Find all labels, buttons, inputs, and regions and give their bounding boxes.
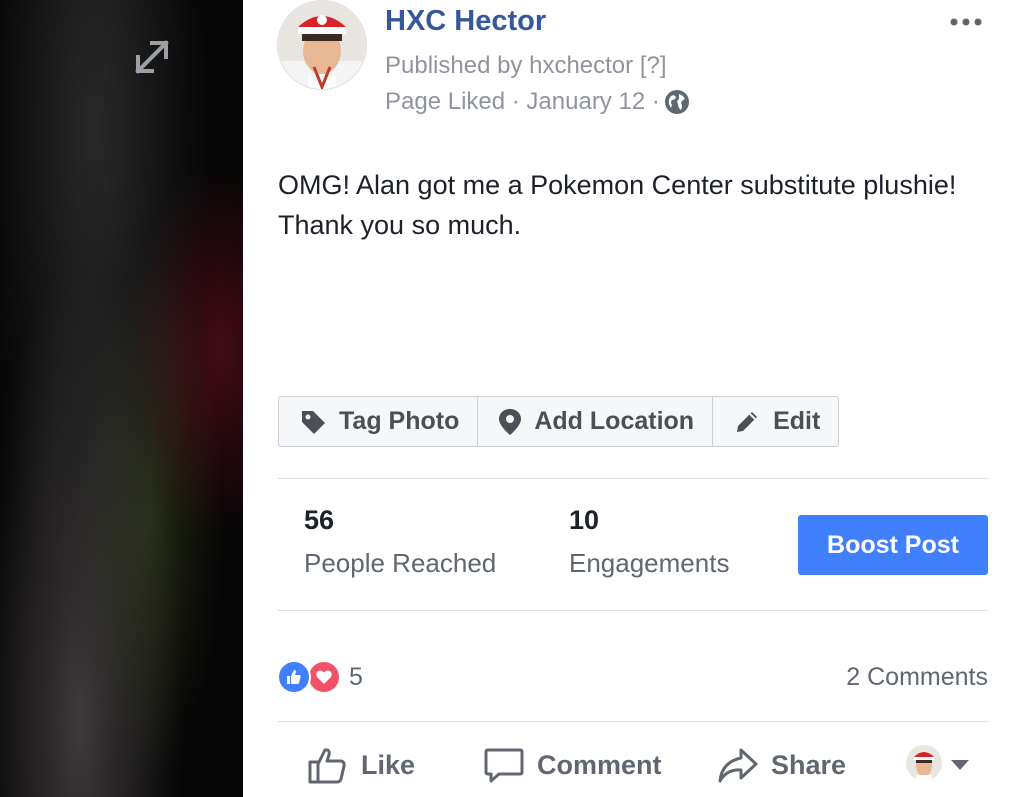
add-location-button[interactable]: Add Location — [478, 397, 714, 446]
tag-photo-label: Tag Photo — [339, 407, 460, 435]
caret-down-icon[interactable] — [950, 758, 970, 772]
page-avatar[interactable] — [277, 0, 367, 90]
engagements-label: Engagements — [569, 548, 730, 578]
comment-label: Comment — [537, 749, 662, 780]
edit-label: Edit — [773, 407, 821, 435]
thumbs-up-icon — [308, 748, 346, 784]
photo-viewer — [0, 0, 243, 797]
viewer-avatar[interactable] — [906, 745, 942, 781]
photo-action-bar: Tag Photo Add Location Edit — [278, 396, 840, 447]
comment-button[interactable]: Comment — [483, 740, 662, 790]
post-message: OMG! Alan got me a Pokemon Center substi… — [278, 170, 957, 240]
location-pin-icon — [499, 408, 522, 435]
like-reaction-icon — [277, 660, 311, 694]
people-reached-value: 56 — [304, 505, 335, 535]
love-reaction-icon — [307, 660, 341, 694]
divider — [278, 610, 988, 611]
people-reached-label: People Reached — [304, 548, 497, 578]
pencil-icon — [737, 411, 758, 432]
divider — [278, 478, 988, 479]
like-label: Like — [361, 749, 416, 780]
boost-post-button[interactable]: Boost Post — [798, 515, 988, 575]
divider — [278, 721, 988, 722]
globe-icon[interactable] — [664, 89, 690, 115]
edit-button[interactable]: Edit — [713, 397, 838, 446]
tag-icon — [302, 410, 325, 434]
engagements-value: 10 — [569, 505, 600, 535]
tag-photo-button[interactable]: Tag Photo — [279, 397, 479, 446]
post-meta: Page Liked · January 12 · — [385, 88, 690, 116]
post-side-panel: HXC Hector Published by hxchector [?] Pa… — [243, 0, 1024, 797]
post-meta-text[interactable]: Page Liked · January 12 · — [385, 88, 660, 116]
like-button[interactable]: Like — [307, 740, 415, 790]
page-name-link[interactable]: HXC Hector — [385, 5, 546, 38]
expand-icon[interactable] — [128, 33, 176, 81]
engagements-stat[interactable]: 10 Engagements — [569, 505, 729, 579]
share-button[interactable]: Share — [717, 740, 846, 790]
people-reached-stat[interactable]: 56 People Reached — [304, 505, 496, 579]
reactions-summary[interactable]: 5 — [277, 660, 363, 694]
reaction-count: 5 — [349, 662, 363, 691]
comments-count-link[interactable]: 2 Comments — [846, 663, 988, 692]
share-label: Share — [771, 749, 847, 780]
add-location-label: Add Location — [534, 407, 695, 435]
more-options-icon[interactable] — [948, 12, 984, 32]
comment-bubble-icon — [484, 748, 524, 783]
published-by-text: Published by hxchector [?] — [385, 52, 667, 79]
share-arrow-icon — [718, 748, 758, 783]
